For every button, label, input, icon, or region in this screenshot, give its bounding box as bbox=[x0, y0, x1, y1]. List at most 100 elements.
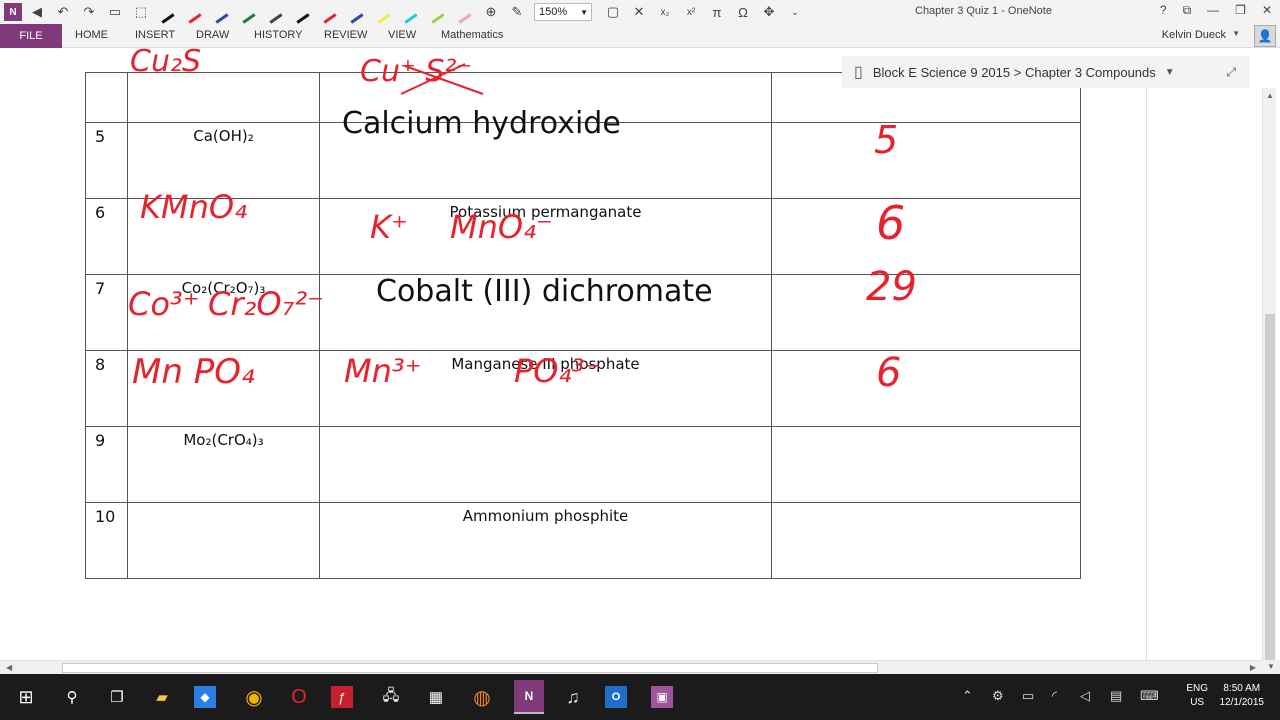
pen-swatch-2[interactable] bbox=[184, 1, 206, 24]
onenote-app-icon[interactable]: N bbox=[4, 3, 22, 21]
ink-row8-mn-ion[interactable]: Mn³⁺ bbox=[344, 352, 422, 390]
minimize-button[interactable]: — bbox=[1207, 3, 1219, 18]
pen-mode-icon[interactable]: ✎ bbox=[506, 1, 528, 23]
name-cell[interactable]: Ammonium phosphite bbox=[319, 502, 772, 579]
task-view-icon[interactable]: ❐ bbox=[103, 683, 131, 711]
pen-swatch-6[interactable] bbox=[292, 1, 314, 24]
customize-toolbar-icon[interactable]: ⌄ bbox=[784, 1, 806, 23]
tab-file[interactable]: FILE bbox=[0, 24, 62, 48]
lasso-select-icon[interactable]: ⬚ bbox=[130, 1, 152, 23]
pen-swatch-8[interactable] bbox=[346, 1, 368, 24]
ink-row7-cr2o7-ion[interactable]: Cr₂O₇²⁻ bbox=[208, 285, 324, 323]
pen-swatch-12[interactable] bbox=[454, 1, 476, 24]
pen-swatch-1[interactable] bbox=[157, 1, 179, 24]
onenote-icon[interactable]: N bbox=[514, 680, 544, 714]
calculator-icon[interactable]: ▦ bbox=[422, 683, 450, 711]
file-explorer-icon[interactable]: ▰ bbox=[148, 683, 176, 711]
pen-swatch-10[interactable] bbox=[400, 1, 422, 24]
itunes-icon[interactable]: ♫ bbox=[559, 683, 587, 711]
formula-cell[interactable]: Mo₂(CrO₄)₃ bbox=[127, 426, 320, 503]
ink-row8-formula[interactable]: Mn PO₄ bbox=[132, 352, 255, 392]
breadcrumb-section[interactable]: Chapter 3 Compounds bbox=[1025, 65, 1156, 80]
answer-cell[interactable] bbox=[771, 198, 1081, 275]
pen-swatch-3[interactable] bbox=[211, 1, 233, 24]
chrome-icon[interactable]: ◉ bbox=[240, 683, 268, 711]
ink-row6-answer[interactable]: 6 bbox=[876, 196, 905, 250]
ink-row6-mno4-ion[interactable]: MnO₄⁻ bbox=[450, 208, 553, 246]
row-number-cell[interactable]: 9 bbox=[85, 426, 128, 503]
omega-button[interactable]: Ω bbox=[732, 1, 754, 23]
scroll-up-icon[interactable]: ▲ bbox=[1266, 91, 1274, 100]
breadcrumb-notebook[interactable]: Block E Science 9 2015 bbox=[873, 65, 1010, 80]
formula-cell[interactable] bbox=[127, 72, 320, 123]
row-number-cell[interactable] bbox=[85, 72, 128, 123]
show-hidden-icons-icon[interactable]: ⌃ bbox=[962, 688, 973, 704]
ink-row8-answer[interactable]: 6 bbox=[876, 350, 901, 396]
wifi-icon[interactable]: ◜ bbox=[1052, 688, 1057, 704]
pen-swatch-5[interactable] bbox=[265, 1, 287, 24]
formula-cell[interactable] bbox=[127, 502, 320, 579]
answer-cell[interactable] bbox=[771, 426, 1081, 503]
user-name[interactable]: Kelvin Dueck bbox=[1162, 29, 1226, 41]
ink-row6-formula[interactable]: KMnO₄ bbox=[140, 188, 247, 226]
tab-review[interactable]: REVIEW bbox=[324, 29, 367, 41]
scroll-down-icon[interactable]: ▼ bbox=[1267, 662, 1275, 671]
close-button[interactable]: ✕ bbox=[1262, 3, 1272, 18]
row-number-cell[interactable]: 10 bbox=[85, 502, 128, 579]
row-number-cell[interactable]: 5 bbox=[85, 122, 128, 199]
answer-cell[interactable] bbox=[771, 350, 1081, 427]
action-center-icon[interactable]: ▤ bbox=[1110, 688, 1122, 704]
superscript-button[interactable]: x² bbox=[680, 1, 702, 23]
ink-top-formula[interactable]: Cu₂S bbox=[130, 48, 201, 79]
vertical-scroll-thumb[interactable] bbox=[1265, 314, 1275, 660]
tab-view[interactable]: VIEW bbox=[388, 29, 416, 41]
teams-icon[interactable]: ▣ bbox=[651, 686, 673, 708]
windows-start-icon[interactable]: ⊞ bbox=[12, 683, 40, 711]
expand-icon[interactable]: ⤢ bbox=[1226, 65, 1236, 80]
scroll-right-icon[interactable]: ▶ bbox=[1250, 663, 1256, 672]
answer-cell[interactable] bbox=[771, 502, 1081, 579]
ink-row8-po4-ion[interactable]: PO₄³⁻ bbox=[514, 352, 601, 390]
ink-row5-answer[interactable]: 5 bbox=[874, 118, 898, 162]
tab-insert[interactable]: INSERT bbox=[135, 29, 175, 41]
chevron-down-icon[interactable]: ▼ bbox=[1165, 67, 1175, 78]
tab-mathematics[interactable]: Mathematics bbox=[441, 29, 503, 41]
typed-name-row7[interactable]: Cobalt (III) dichromate bbox=[376, 274, 713, 309]
pi-button[interactable]: π bbox=[706, 1, 728, 23]
chevron-down-icon[interactable]: ▼ bbox=[1232, 29, 1240, 38]
pen-swatch-11[interactable] bbox=[427, 1, 449, 24]
firefox-icon[interactable]: ◍ bbox=[468, 683, 496, 711]
subscript-button[interactable]: x₂ bbox=[654, 1, 676, 23]
tab-draw[interactable]: DRAW bbox=[196, 29, 229, 41]
dock-icon[interactable]: ▭ bbox=[104, 1, 126, 23]
back-icon[interactable]: ◀ bbox=[26, 1, 48, 23]
tab-history[interactable]: HISTORY bbox=[254, 29, 303, 41]
answer-cell[interactable] bbox=[771, 274, 1081, 351]
vertical-scrollbar[interactable]: ▲ bbox=[1262, 88, 1276, 662]
avatar[interactable]: 👤 bbox=[1254, 25, 1276, 47]
delete-icon[interactable]: ✕ bbox=[628, 1, 650, 23]
full-page-view-button[interactable]: ⧉ bbox=[1183, 3, 1192, 18]
insert-space-icon[interactable]: ⊕ bbox=[480, 1, 502, 23]
name-cell[interactable] bbox=[319, 426, 772, 503]
horizontal-scroll-thumb[interactable] bbox=[62, 663, 878, 673]
breadcrumb[interactable]: ▯ Block E Science 9 2015 > Chapter 3 Com… bbox=[842, 56, 1250, 88]
ink-row7-co-ion[interactable]: Co³⁺ bbox=[128, 285, 200, 323]
network-settings-icon[interactable]: ⚙ bbox=[992, 688, 1004, 704]
redo-icon[interactable]: ↷ bbox=[78, 1, 100, 23]
pen-swatch-7[interactable] bbox=[319, 1, 341, 24]
language-indicator[interactable]: ENG US bbox=[1186, 682, 1208, 710]
horizontal-scrollbar[interactable]: ◀ ▶ bbox=[0, 660, 1262, 674]
tab-home[interactable]: HOME bbox=[75, 29, 108, 41]
page-canvas[interactable]: 5 Ca(OH)₂ 6 Potassium permanganate 7 Co₂… bbox=[0, 48, 1262, 660]
battery-icon[interactable]: ▭ bbox=[1022, 688, 1034, 704]
scroll-left-icon[interactable]: ◀ bbox=[6, 663, 12, 672]
help-button[interactable]: ? bbox=[1160, 3, 1167, 18]
row-number-cell[interactable]: 8 bbox=[85, 350, 128, 427]
ink-row6-k-ion[interactable]: K⁺ bbox=[370, 208, 408, 246]
undo-icon[interactable]: ↶ bbox=[52, 1, 74, 23]
typed-name-row5[interactable]: Calcium hydroxide bbox=[342, 106, 621, 141]
move-icon[interactable]: ✥ bbox=[758, 1, 780, 23]
volume-icon[interactable]: ◁ bbox=[1080, 688, 1090, 704]
opera-icon[interactable]: O bbox=[285, 683, 313, 711]
